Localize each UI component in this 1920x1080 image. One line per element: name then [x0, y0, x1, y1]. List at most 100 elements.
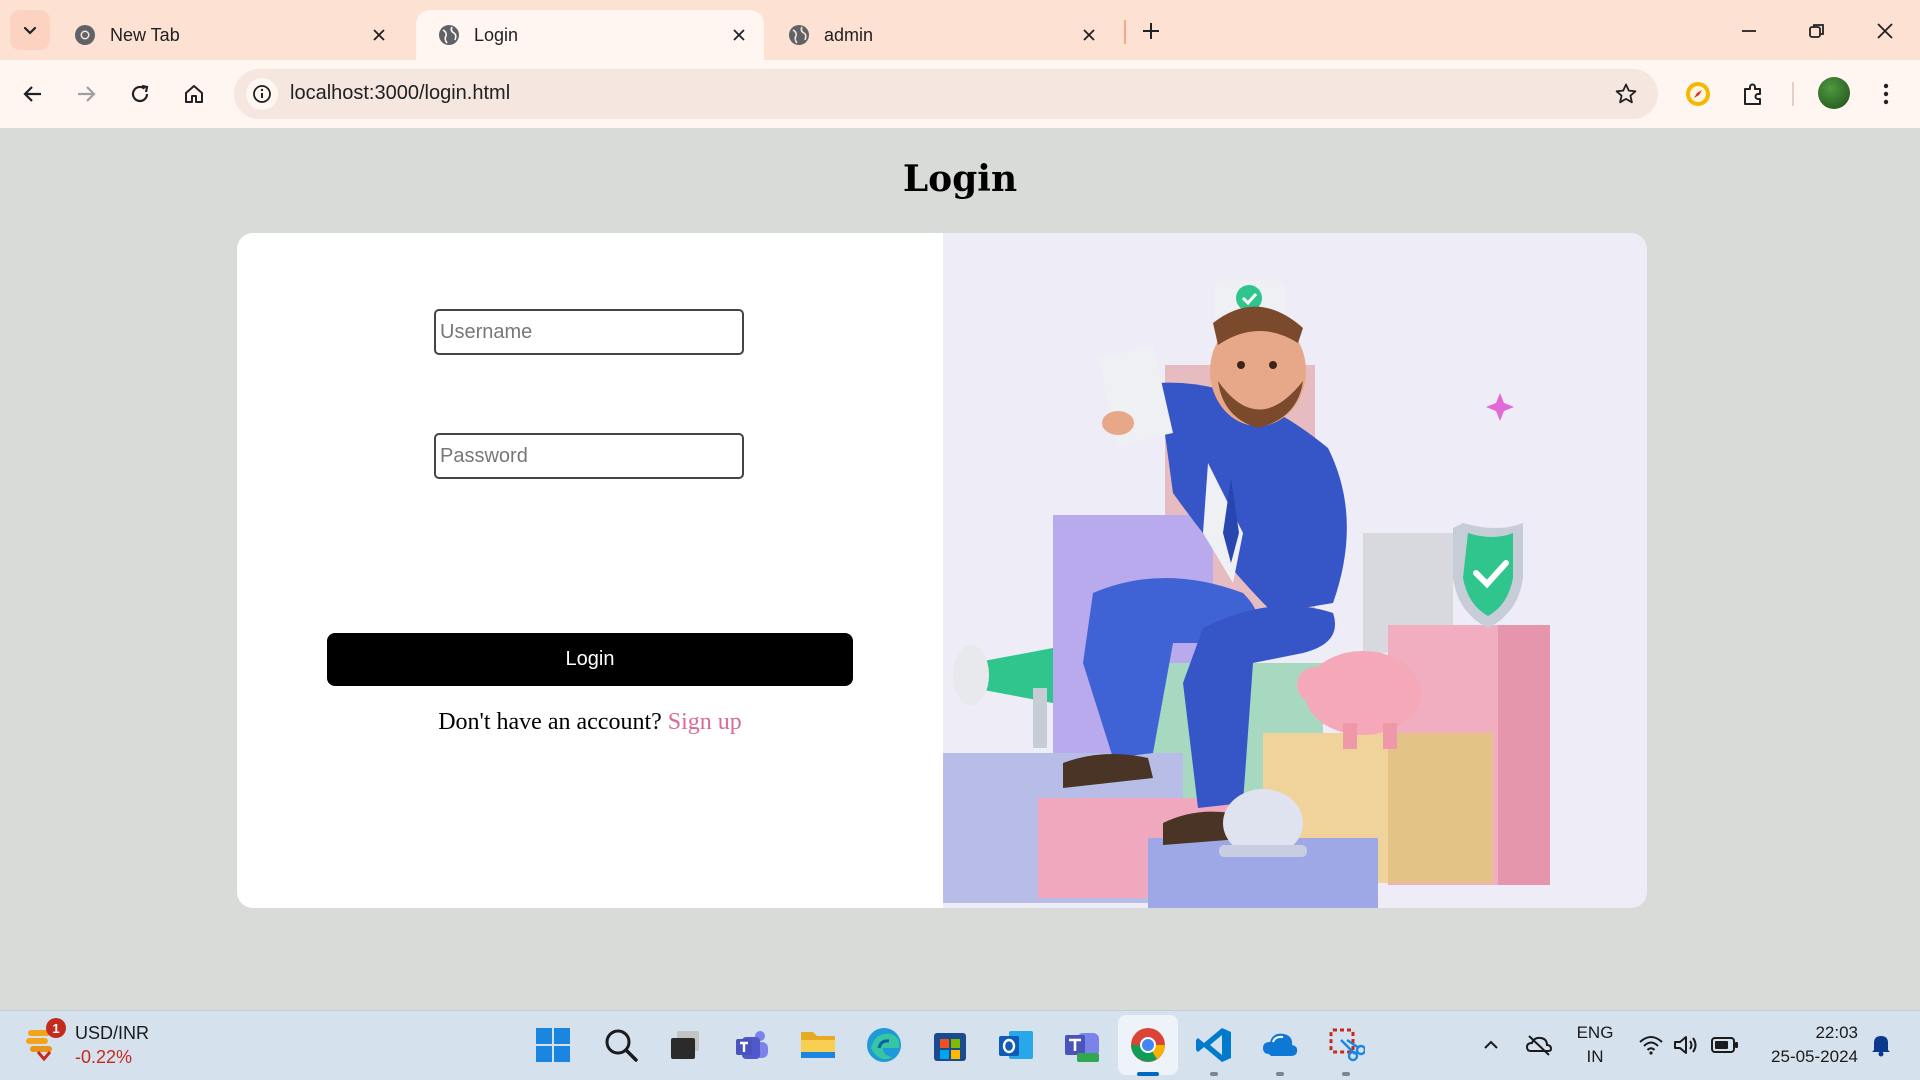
- extensions-menu-button[interactable]: [1735, 76, 1771, 112]
- businessman-illustration: [943, 281, 1550, 908]
- tab-title: admin: [824, 24, 874, 45]
- chrome-icon: [1131, 1028, 1165, 1062]
- language-indicator[interactable]: ENG IN: [1570, 1021, 1620, 1069]
- login-button[interactable]: Login: [327, 633, 853, 686]
- notification-badge: 1: [46, 1018, 66, 1038]
- outlook-icon: [999, 1031, 1033, 1059]
- teams-new-icon: [1065, 1033, 1099, 1062]
- browser-toolbar: localhost:3000/login.html: [0, 60, 1920, 128]
- login-form-panel: Login Don't have an account? Sign up: [237, 233, 943, 908]
- info-icon: [253, 85, 271, 103]
- task-view-button[interactable]: [664, 1024, 706, 1066]
- page-title: Login: [902, 158, 1018, 200]
- tab-new-tab[interactable]: New Tab: [52, 10, 404, 60]
- signup-link[interactable]: Sign up: [668, 709, 742, 735]
- wifi-icon: [1639, 1036, 1663, 1055]
- home-icon: [185, 85, 203, 103]
- close-tab-icon[interactable]: [368, 24, 390, 46]
- close-tab-icon[interactable]: [1078, 24, 1100, 46]
- tab-divider: [1124, 20, 1126, 44]
- url-text[interactable]: localhost:3000/login.html: [290, 82, 510, 105]
- running-indicator: [1342, 1072, 1350, 1076]
- cloud-offline-icon: [1525, 1035, 1553, 1056]
- reload-button[interactable]: [122, 76, 158, 112]
- store-icon: [934, 1033, 966, 1061]
- edge-button[interactable]: [863, 1024, 905, 1066]
- plus-icon: [1143, 23, 1159, 39]
- password-input[interactable]: [434, 433, 744, 479]
- snipping-tool-button[interactable]: [1325, 1024, 1367, 1076]
- username-input[interactable]: [434, 309, 744, 355]
- tab-strip: New Tab Login admin: [0, 0, 1920, 60]
- volume-button[interactable]: [1665, 1024, 1707, 1066]
- volume-icon: [1674, 1036, 1697, 1054]
- vscode-button[interactable]: [1193, 1024, 1235, 1076]
- close-icon: [1877, 23, 1893, 39]
- globe-icon: [789, 25, 809, 45]
- running-indicator: [1276, 1072, 1284, 1076]
- onedrive-button[interactable]: [1259, 1024, 1301, 1076]
- clock[interactable]: 22:03 25-05-2024: [1758, 1021, 1858, 1069]
- teams-icon: [736, 1031, 768, 1059]
- home-button[interactable]: [176, 76, 212, 112]
- arrow-left-icon: [23, 86, 41, 102]
- teams-button[interactable]: [731, 1024, 773, 1066]
- tab-login[interactable]: Login: [416, 10, 764, 60]
- tab-search-button[interactable]: [10, 10, 50, 50]
- chevron-up-icon: [1484, 1040, 1498, 1049]
- onedrive-tray-button[interactable]: [1518, 1024, 1560, 1066]
- tab-title: New Tab: [110, 24, 180, 45]
- edge-icon: [867, 1028, 901, 1062]
- globe-icon: [439, 25, 459, 45]
- file-explorer-icon: [801, 1032, 835, 1058]
- arrow-right-icon: [78, 86, 96, 102]
- task-view-icon: [671, 1031, 699, 1059]
- region-code: IN: [1586, 1047, 1604, 1066]
- close-tab-icon[interactable]: [728, 24, 750, 46]
- extension-button[interactable]: [1680, 76, 1716, 112]
- bookmark-button[interactable]: [1612, 80, 1640, 108]
- search-button[interactable]: [600, 1024, 642, 1066]
- tab-title: Login: [474, 24, 519, 45]
- signup-prompt-text: Don't have an account?: [438, 709, 662, 735]
- show-hidden-icons-button[interactable]: [1470, 1024, 1512, 1066]
- bell-icon: [1872, 1036, 1890, 1057]
- minimize-button[interactable]: [1732, 14, 1766, 48]
- extension-compass-icon: [1686, 82, 1710, 106]
- profile-avatar[interactable]: [1818, 77, 1850, 109]
- close-window-button[interactable]: [1868, 14, 1902, 48]
- outlook-button[interactable]: [995, 1024, 1037, 1066]
- minimize-icon: [1742, 30, 1756, 32]
- site-info-button[interactable]: [246, 78, 278, 110]
- restore-button[interactable]: [1800, 14, 1834, 48]
- chrome-button[interactable]: [1127, 1024, 1169, 1076]
- reload-icon: [131, 84, 149, 103]
- file-explorer-button[interactable]: [797, 1024, 839, 1066]
- more-vertical-icon: [1883, 83, 1889, 105]
- start-icon: [536, 1028, 570, 1062]
- widget-text: USD/INR -0.22%: [75, 1021, 149, 1069]
- puzzle-icon: [1744, 83, 1761, 105]
- login-illustration: [943, 233, 1647, 908]
- chrome-icon: [75, 25, 95, 45]
- search-icon: [605, 1029, 638, 1062]
- store-button[interactable]: [929, 1024, 971, 1066]
- notifications-button[interactable]: [1860, 1024, 1902, 1066]
- restore-icon: [1809, 24, 1824, 38]
- onedrive-icon: [1263, 1033, 1298, 1056]
- teams-new-button[interactable]: [1061, 1024, 1103, 1066]
- new-tab-button[interactable]: [1136, 16, 1166, 46]
- forward-button[interactable]: [68, 76, 104, 112]
- signup-prompt: Don't have an account? Sign up: [237, 709, 943, 736]
- language-code: ENG: [1576, 1023, 1614, 1042]
- tab-admin[interactable]: admin: [766, 10, 1114, 60]
- active-indicator: [1137, 1072, 1159, 1076]
- running-indicator: [1210, 1072, 1218, 1076]
- vscode-icon: [1196, 1028, 1231, 1062]
- battery-button[interactable]: [1704, 1024, 1746, 1066]
- back-button[interactable]: [15, 76, 51, 112]
- address-bar[interactable]: localhost:3000/login.html: [234, 69, 1658, 119]
- browser-menu-button[interactable]: [1868, 76, 1904, 112]
- clock-date: 25-05-2024: [1771, 1047, 1858, 1066]
- start-button[interactable]: [532, 1024, 574, 1066]
